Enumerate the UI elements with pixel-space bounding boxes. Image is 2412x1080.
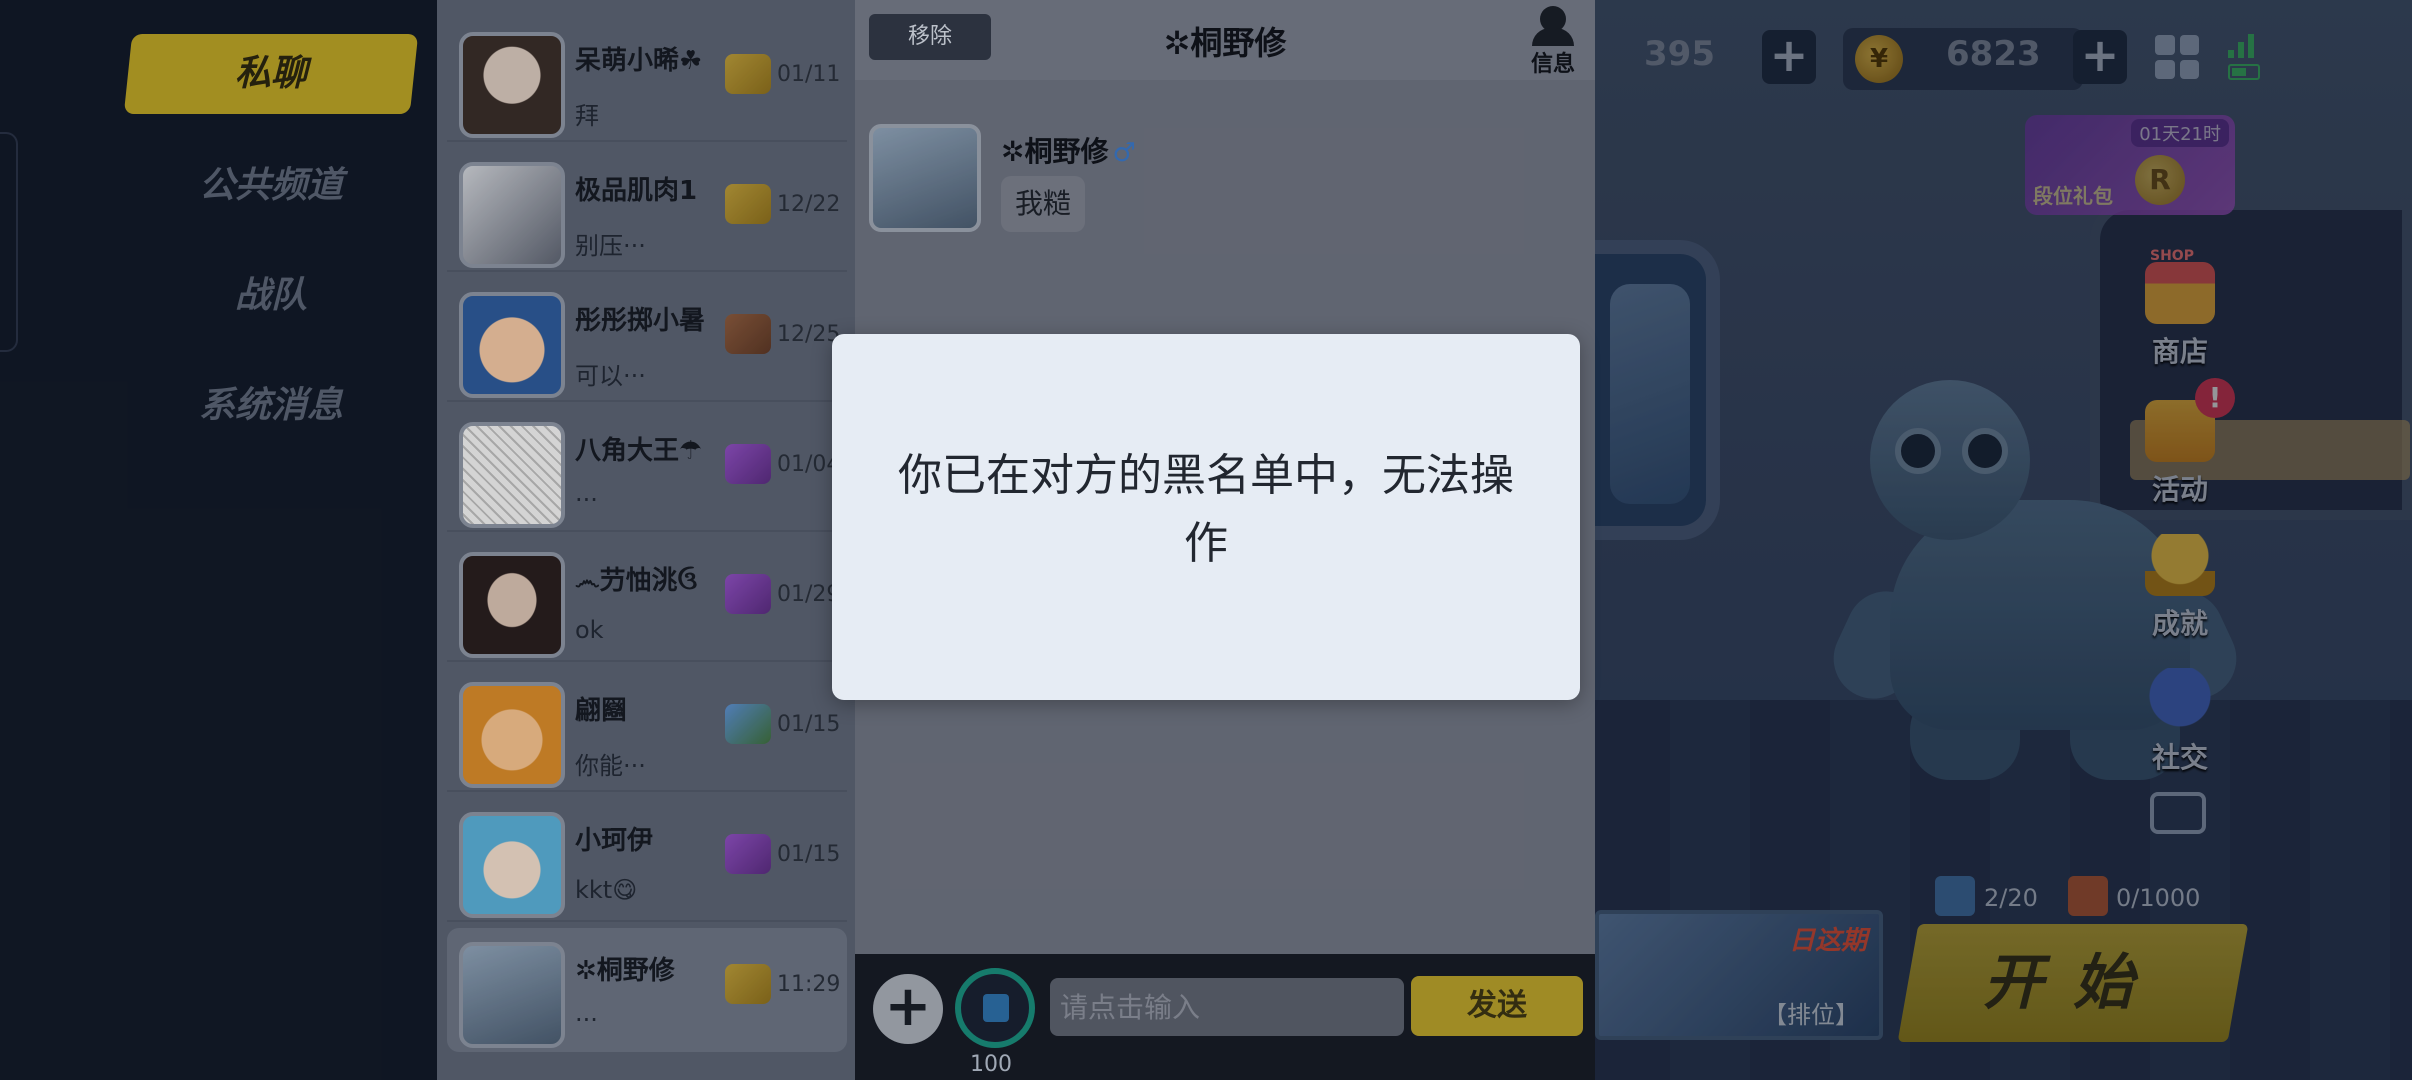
blacklist-alert-dialog: 你已在对方的黑名单中，无法操作 (832, 334, 1580, 700)
alert-message: 你已在对方的黑名单中，无法操作 (898, 450, 1514, 569)
